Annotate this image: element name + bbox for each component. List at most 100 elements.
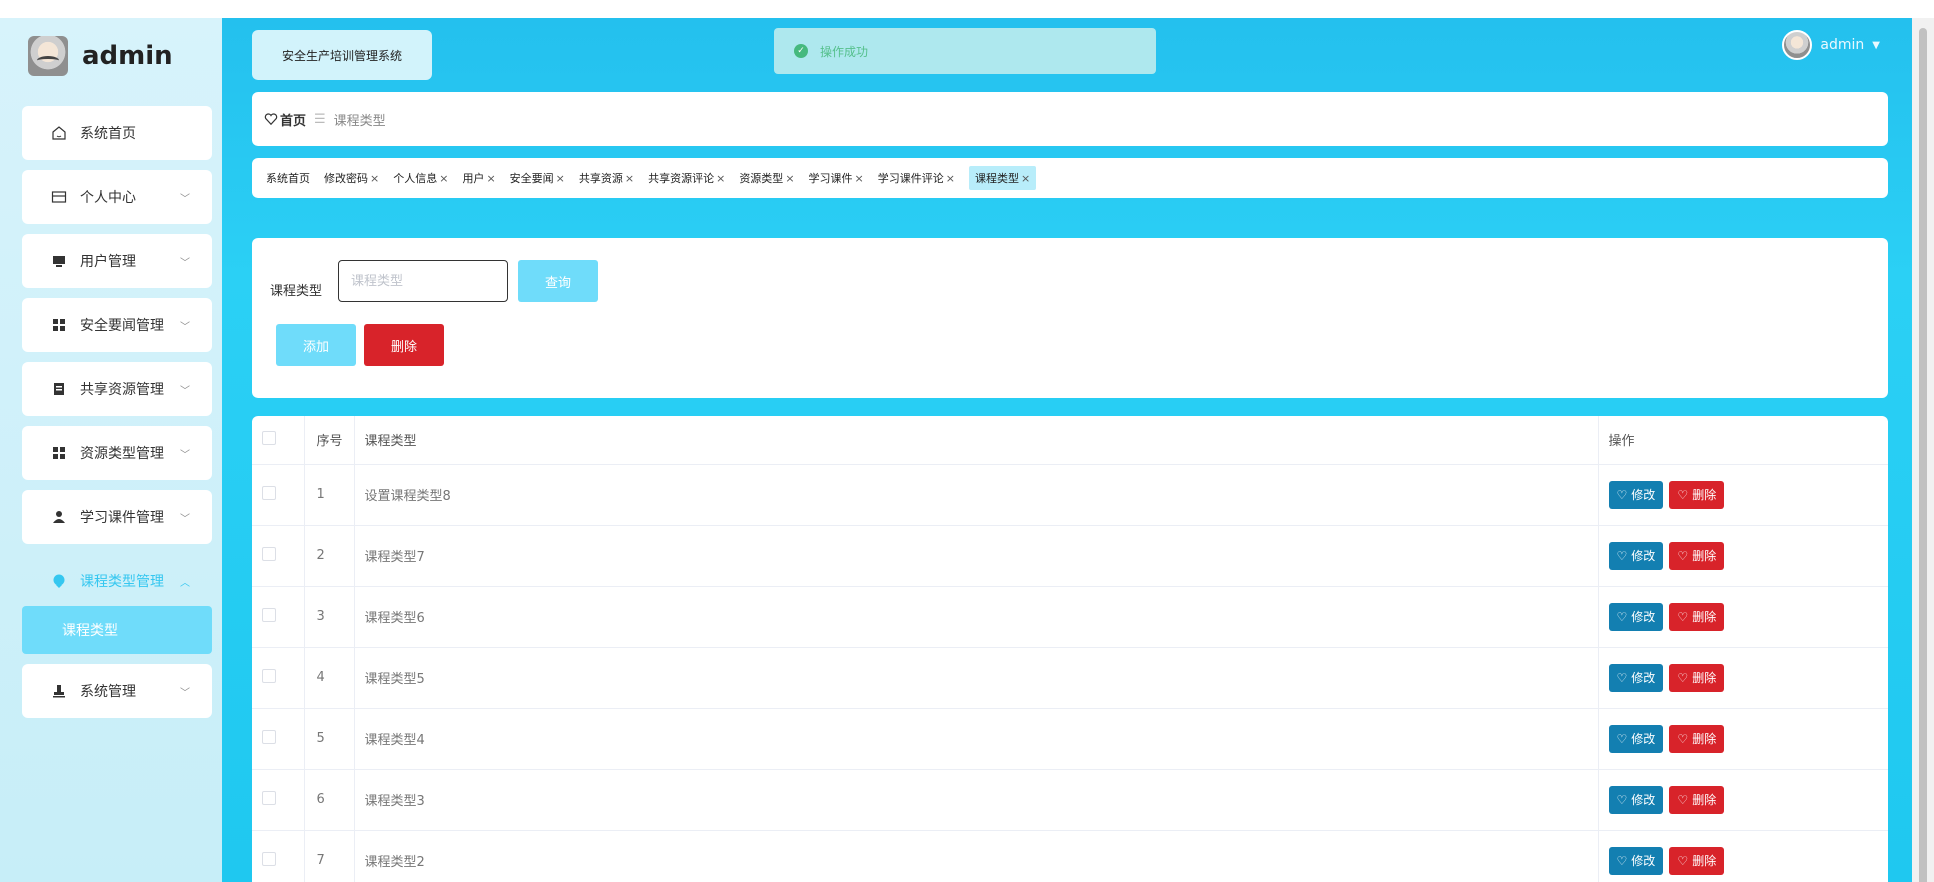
delete-button[interactable]: ♡ 删除 bbox=[1669, 785, 1725, 814]
tag-label: 个人信息 bbox=[393, 172, 438, 185]
delete-label: 删除 bbox=[1692, 610, 1717, 624]
row-index: 3 bbox=[304, 586, 355, 648]
row-index: 2 bbox=[304, 525, 355, 587]
tag-home[interactable]: 系统首页 bbox=[266, 170, 310, 186]
chevron-down-icon: ﹀ bbox=[180, 688, 190, 699]
tags-bar: 系统首页 修改密码 × 个人信息 × 用户 × 安全要闻 × 共享资源 × 共享资源评论 ×… bbox=[252, 158, 1888, 198]
sidebar-item-course-types[interactable]: 课程类型管理 ︿ bbox=[22, 554, 212, 608]
sidebar-item-label: 用户管理 bbox=[80, 254, 136, 270]
sidebar-item-label: 个人中心 bbox=[80, 190, 136, 206]
edit-button[interactable]: ♡ 修改 bbox=[1608, 663, 1664, 692]
tag-users[interactable]: 用户 × bbox=[462, 170, 495, 186]
row-ops: ♡ 修改 ♡ 删除 bbox=[1598, 525, 1888, 587]
brand: admin bbox=[28, 36, 173, 76]
close-icon[interactable]: × bbox=[1021, 172, 1030, 185]
table-header-row: 序号 课程类型 操作 bbox=[252, 416, 1888, 465]
row-name: 课程类型4 bbox=[354, 708, 1599, 770]
tag-shared-resources[interactable]: 共享资源 × bbox=[579, 170, 634, 186]
breadcrumb-home[interactable]: 首页 bbox=[264, 110, 306, 129]
row-checkbox[interactable] bbox=[262, 729, 276, 744]
check-circle-icon: ✓ bbox=[794, 44, 808, 58]
row-checkbox[interactable] bbox=[262, 790, 276, 805]
close-icon[interactable]: × bbox=[855, 172, 864, 185]
sidebar-item-personal[interactable]: 个人中心 ﹀ bbox=[22, 170, 212, 224]
row-checkbox[interactable] bbox=[262, 607, 276, 622]
breadcrumb-current: 课程类型 bbox=[333, 113, 386, 129]
course-type-search-input[interactable] bbox=[338, 260, 508, 302]
close-icon[interactable]: × bbox=[785, 172, 794, 185]
location-icon bbox=[50, 572, 68, 590]
person-icon bbox=[50, 508, 68, 526]
edit-button[interactable]: ♡ 修改 bbox=[1608, 724, 1664, 753]
breadcrumb: 首页 ☰ 课程类型 bbox=[252, 92, 1888, 146]
sidebar-item-shared-resources[interactable]: 共享资源管理 ﹀ bbox=[22, 362, 212, 416]
tag-personal-info[interactable]: 个人信息 × bbox=[393, 170, 448, 186]
add-button[interactable]: 添加 bbox=[276, 324, 356, 366]
edit-button[interactable]: ♡ 修改 bbox=[1608, 480, 1664, 509]
select-all-checkbox[interactable] bbox=[262, 430, 276, 445]
tag-label: 安全要闻 bbox=[509, 172, 554, 185]
heart-icon: ♡ bbox=[1616, 731, 1628, 746]
delete-button[interactable]: ♡ 删除 bbox=[1669, 541, 1725, 570]
heart-icon: ♡ bbox=[1616, 548, 1628, 563]
sidebar-item-resource-types[interactable]: 资源类型管理 ﹀ bbox=[22, 426, 212, 480]
close-icon[interactable]: × bbox=[946, 172, 955, 185]
tag-shared-resource-comments[interactable]: 共享资源评论 × bbox=[648, 170, 725, 186]
close-icon[interactable]: × bbox=[370, 172, 379, 185]
tag-courseware[interactable]: 学习课件 × bbox=[809, 170, 864, 186]
table-row: 7 课程类型2 ♡ 修改 ♡ 删除 bbox=[252, 830, 1888, 882]
delete-label: 删除 bbox=[1692, 549, 1717, 563]
page-scrollbar[interactable] bbox=[1912, 18, 1934, 882]
scrollbar-thumb[interactable] bbox=[1919, 28, 1927, 882]
edit-button[interactable]: ♡ 修改 bbox=[1608, 602, 1664, 631]
row-index: 4 bbox=[304, 647, 355, 709]
tag-label: 共享资源 bbox=[578, 172, 623, 185]
delete-button[interactable]: ♡ 删除 bbox=[1669, 663, 1725, 692]
chevron-down-icon: ﹀ bbox=[180, 194, 190, 205]
data-table: 序号 课程类型 操作 1 设置课程类型8 ♡ 修改 ♡ 删除 2 课程类型7 ♡… bbox=[252, 416, 1888, 882]
sidebar-item-safety-news[interactable]: 安全要闻管理 ﹀ bbox=[22, 298, 212, 352]
edit-button[interactable]: ♡ 修改 bbox=[1608, 541, 1664, 570]
chevron-down-icon: ﹀ bbox=[180, 514, 190, 525]
sidebar-subitem-course-type[interactable]: 课程类型 bbox=[22, 606, 212, 654]
tag-courseware-comments[interactable]: 学习课件评论 × bbox=[878, 170, 955, 186]
row-ops: ♡ 修改 ♡ 删除 bbox=[1598, 830, 1888, 882]
sidebar: admin 系统首页 个人中心 ﹀ 用户管理 ﹀ 安全要闻管理 ﹀ 共享资源管理… bbox=[0, 18, 222, 882]
close-icon[interactable]: × bbox=[716, 172, 725, 185]
edit-button[interactable]: ♡ 修改 bbox=[1608, 785, 1664, 814]
row-name: 课程类型7 bbox=[354, 525, 1599, 587]
tag-course-types[interactable]: 课程类型 × bbox=[968, 166, 1037, 190]
search-panel: 课程类型 查询 添加 删除 bbox=[252, 238, 1888, 398]
close-icon[interactable]: × bbox=[486, 172, 495, 185]
delete-button[interactable]: ♡ 删除 bbox=[1669, 724, 1725, 753]
search-label: 课程类型 bbox=[270, 284, 323, 299]
sidebar-item-home[interactable]: 系统首页 bbox=[22, 106, 212, 160]
batch-delete-button[interactable]: 删除 bbox=[364, 324, 444, 366]
row-checkbox[interactable] bbox=[262, 485, 276, 500]
sidebar-item-system[interactable]: 系统管理 ﹀ bbox=[22, 664, 212, 718]
select-all-cell bbox=[252, 416, 305, 465]
edit-button[interactable]: ♡ 修改 bbox=[1608, 846, 1664, 875]
sidebar-menu: 系统首页 个人中心 ﹀ 用户管理 ﹀ 安全要闻管理 ﹀ 共享资源管理 ﹀ 资源类… bbox=[22, 106, 212, 728]
sidebar-item-courseware[interactable]: 学习课件管理 ﹀ bbox=[22, 490, 212, 544]
header-index: 序号 bbox=[304, 416, 355, 465]
row-ops: ♡ 修改 ♡ 删除 bbox=[1598, 708, 1888, 770]
row-checkbox[interactable] bbox=[262, 851, 276, 866]
delete-button[interactable]: ♡ 删除 bbox=[1669, 602, 1725, 631]
user-menu[interactable]: admin ▼ bbox=[1782, 30, 1880, 60]
tag-change-password[interactable]: 修改密码 × bbox=[324, 170, 379, 186]
heart-icon: ♡ bbox=[1677, 487, 1689, 502]
row-checkbox[interactable] bbox=[262, 546, 276, 561]
tag-resource-types[interactable]: 资源类型 × bbox=[739, 170, 794, 186]
close-icon[interactable]: × bbox=[625, 172, 634, 185]
tag-safety-news[interactable]: 安全要闻 × bbox=[510, 170, 565, 186]
delete-button[interactable]: ♡ 删除 bbox=[1669, 480, 1725, 509]
row-checkbox[interactable] bbox=[262, 668, 276, 683]
query-button[interactable]: 查询 bbox=[518, 260, 598, 302]
close-icon[interactable]: × bbox=[439, 172, 448, 185]
home-icon bbox=[50, 124, 68, 142]
delete-button[interactable]: ♡ 删除 bbox=[1669, 846, 1725, 875]
sidebar-item-label: 学习课件管理 bbox=[80, 510, 164, 526]
sidebar-item-users[interactable]: 用户管理 ﹀ bbox=[22, 234, 212, 288]
close-icon[interactable]: × bbox=[556, 172, 565, 185]
